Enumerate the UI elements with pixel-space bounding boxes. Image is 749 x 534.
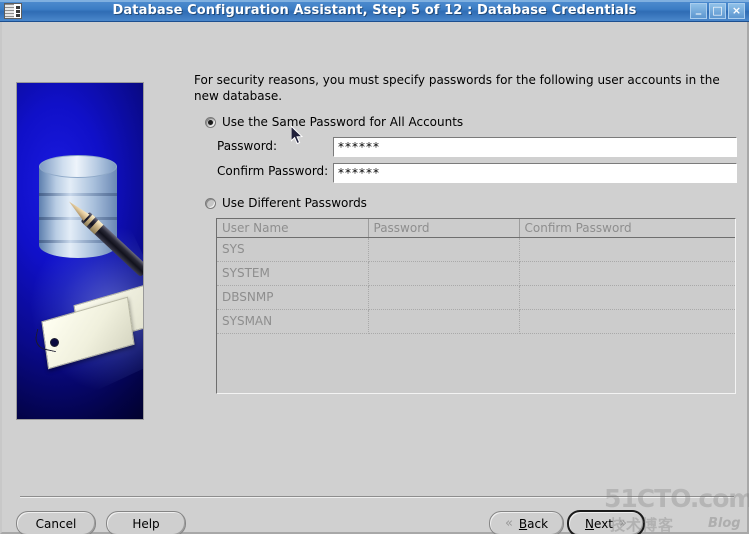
- radio-button-indicator-same[interactable]: [205, 116, 216, 128]
- cell-confirm-password[interactable]: [519, 309, 735, 334]
- table-row[interactable]: DBSNMP: [217, 285, 735, 310]
- database-configuration-assistant-window: Database Configuration Assistant, Step 5…: [0, 0, 749, 534]
- chevron-right-icon: »: [619, 516, 627, 531]
- accounts-table-body: SYS SYSTEM DBSNMP SYSMAN: [217, 237, 735, 334]
- password-input[interactable]: ******: [333, 137, 737, 157]
- cell-user-name: SYSMAN: [217, 309, 369, 334]
- app-icon-dots: [14, 4, 21, 18]
- minimize-icon: _: [695, 2, 702, 15]
- password-label: Password:: [217, 139, 278, 153]
- titlebar-highlight: [0, 0, 749, 2]
- accounts-table: User Name Password Confirm Password SYS …: [217, 219, 735, 334]
- radio-use-different-passwords[interactable]: Use Different Passwords: [205, 196, 367, 210]
- column-header-confirm-password[interactable]: Confirm Password: [519, 219, 735, 238]
- back-rest: ack: [527, 516, 549, 531]
- cell-confirm-password[interactable]: [519, 261, 735, 286]
- app-icon-stripes: [5, 4, 14, 18]
- minimize-button[interactable]: _: [690, 3, 707, 19]
- dialog-body: For security reasons, you must specify p…: [0, 22, 749, 534]
- confirm-password-label: Confirm Password:: [217, 164, 329, 178]
- next-mnemonic: N: [585, 516, 595, 531]
- help-button-label: Help: [132, 516, 160, 531]
- cylinder-ring: [39, 193, 117, 196]
- help-button[interactable]: Help: [106, 511, 186, 534]
- instruction-text: For security reasons, you must specify p…: [194, 73, 720, 103]
- radio-button-indicator-different[interactable]: [205, 197, 216, 209]
- column-header-password[interactable]: Password: [368, 219, 520, 238]
- next-button-label: Next: [585, 517, 613, 531]
- accounts-table-container[interactable]: User Name Password Confirm Password SYS …: [216, 218, 736, 394]
- table-row[interactable]: SYSMAN: [217, 309, 735, 334]
- back-mnemonic: B: [518, 516, 528, 531]
- cell-password[interactable]: [368, 309, 520, 334]
- watermark-blog-text: Blog: [708, 516, 741, 531]
- app-icon-dot: [15, 5, 20, 9]
- radio-label-different-passwords: Use Different Passwords: [222, 196, 367, 210]
- table-row[interactable]: SYS: [217, 237, 735, 262]
- column-header-user-name[interactable]: User Name: [217, 219, 369, 238]
- maximize-icon: □: [712, 4, 723, 17]
- radio-use-same-password[interactable]: Use the Same Password for All Accounts: [205, 115, 463, 129]
- cancel-button-label: Cancel: [35, 516, 77, 531]
- cell-user-name: DBSNMP: [217, 285, 369, 310]
- table-header-row: User Name Password Confirm Password: [217, 219, 735, 238]
- cell-confirm-password[interactable]: [519, 285, 735, 310]
- app-icon-dot: [15, 9, 20, 13]
- next-rest: ext: [594, 516, 613, 531]
- cell-password[interactable]: [368, 237, 520, 262]
- cell-password[interactable]: [368, 285, 520, 310]
- cell-confirm-password[interactable]: [519, 237, 735, 262]
- app-icon-dot: [15, 13, 20, 17]
- cancel-button[interactable]: Cancel: [16, 511, 96, 534]
- table-row[interactable]: SYSTEM: [217, 261, 735, 286]
- close-button[interactable]: ×: [728, 3, 745, 19]
- window-title: Database Configuration Assistant, Step 5…: [112, 3, 637, 18]
- footer-separator: [20, 496, 734, 498]
- chevron-left-icon: «: [504, 516, 513, 531]
- confirm-password-input[interactable]: ******: [333, 163, 737, 183]
- watermark-text: 51CTO.com: [604, 484, 749, 513]
- cell-user-name: SYS: [217, 237, 369, 262]
- database-config-icon: [4, 3, 22, 19]
- back-button[interactable]: « Back: [489, 511, 564, 534]
- cylinder-top: [39, 155, 117, 178]
- next-button[interactable]: Next »: [567, 510, 645, 534]
- back-button-label: Back: [519, 517, 548, 531]
- tag-hole: [50, 338, 59, 347]
- maximize-button[interactable]: □: [709, 3, 726, 19]
- window-titlebar[interactable]: Database Configuration Assistant, Step 5…: [0, 0, 749, 22]
- cell-password[interactable]: [368, 261, 520, 286]
- close-icon: ×: [731, 4, 742, 17]
- wizard-side-graphic: [16, 82, 144, 420]
- window-controls: _ □ ×: [690, 3, 745, 19]
- cell-user-name: SYSTEM: [217, 261, 369, 286]
- accounts-table-header: User Name Password Confirm Password: [217, 219, 735, 238]
- radio-label-same-password: Use the Same Password for All Accounts: [222, 115, 464, 129]
